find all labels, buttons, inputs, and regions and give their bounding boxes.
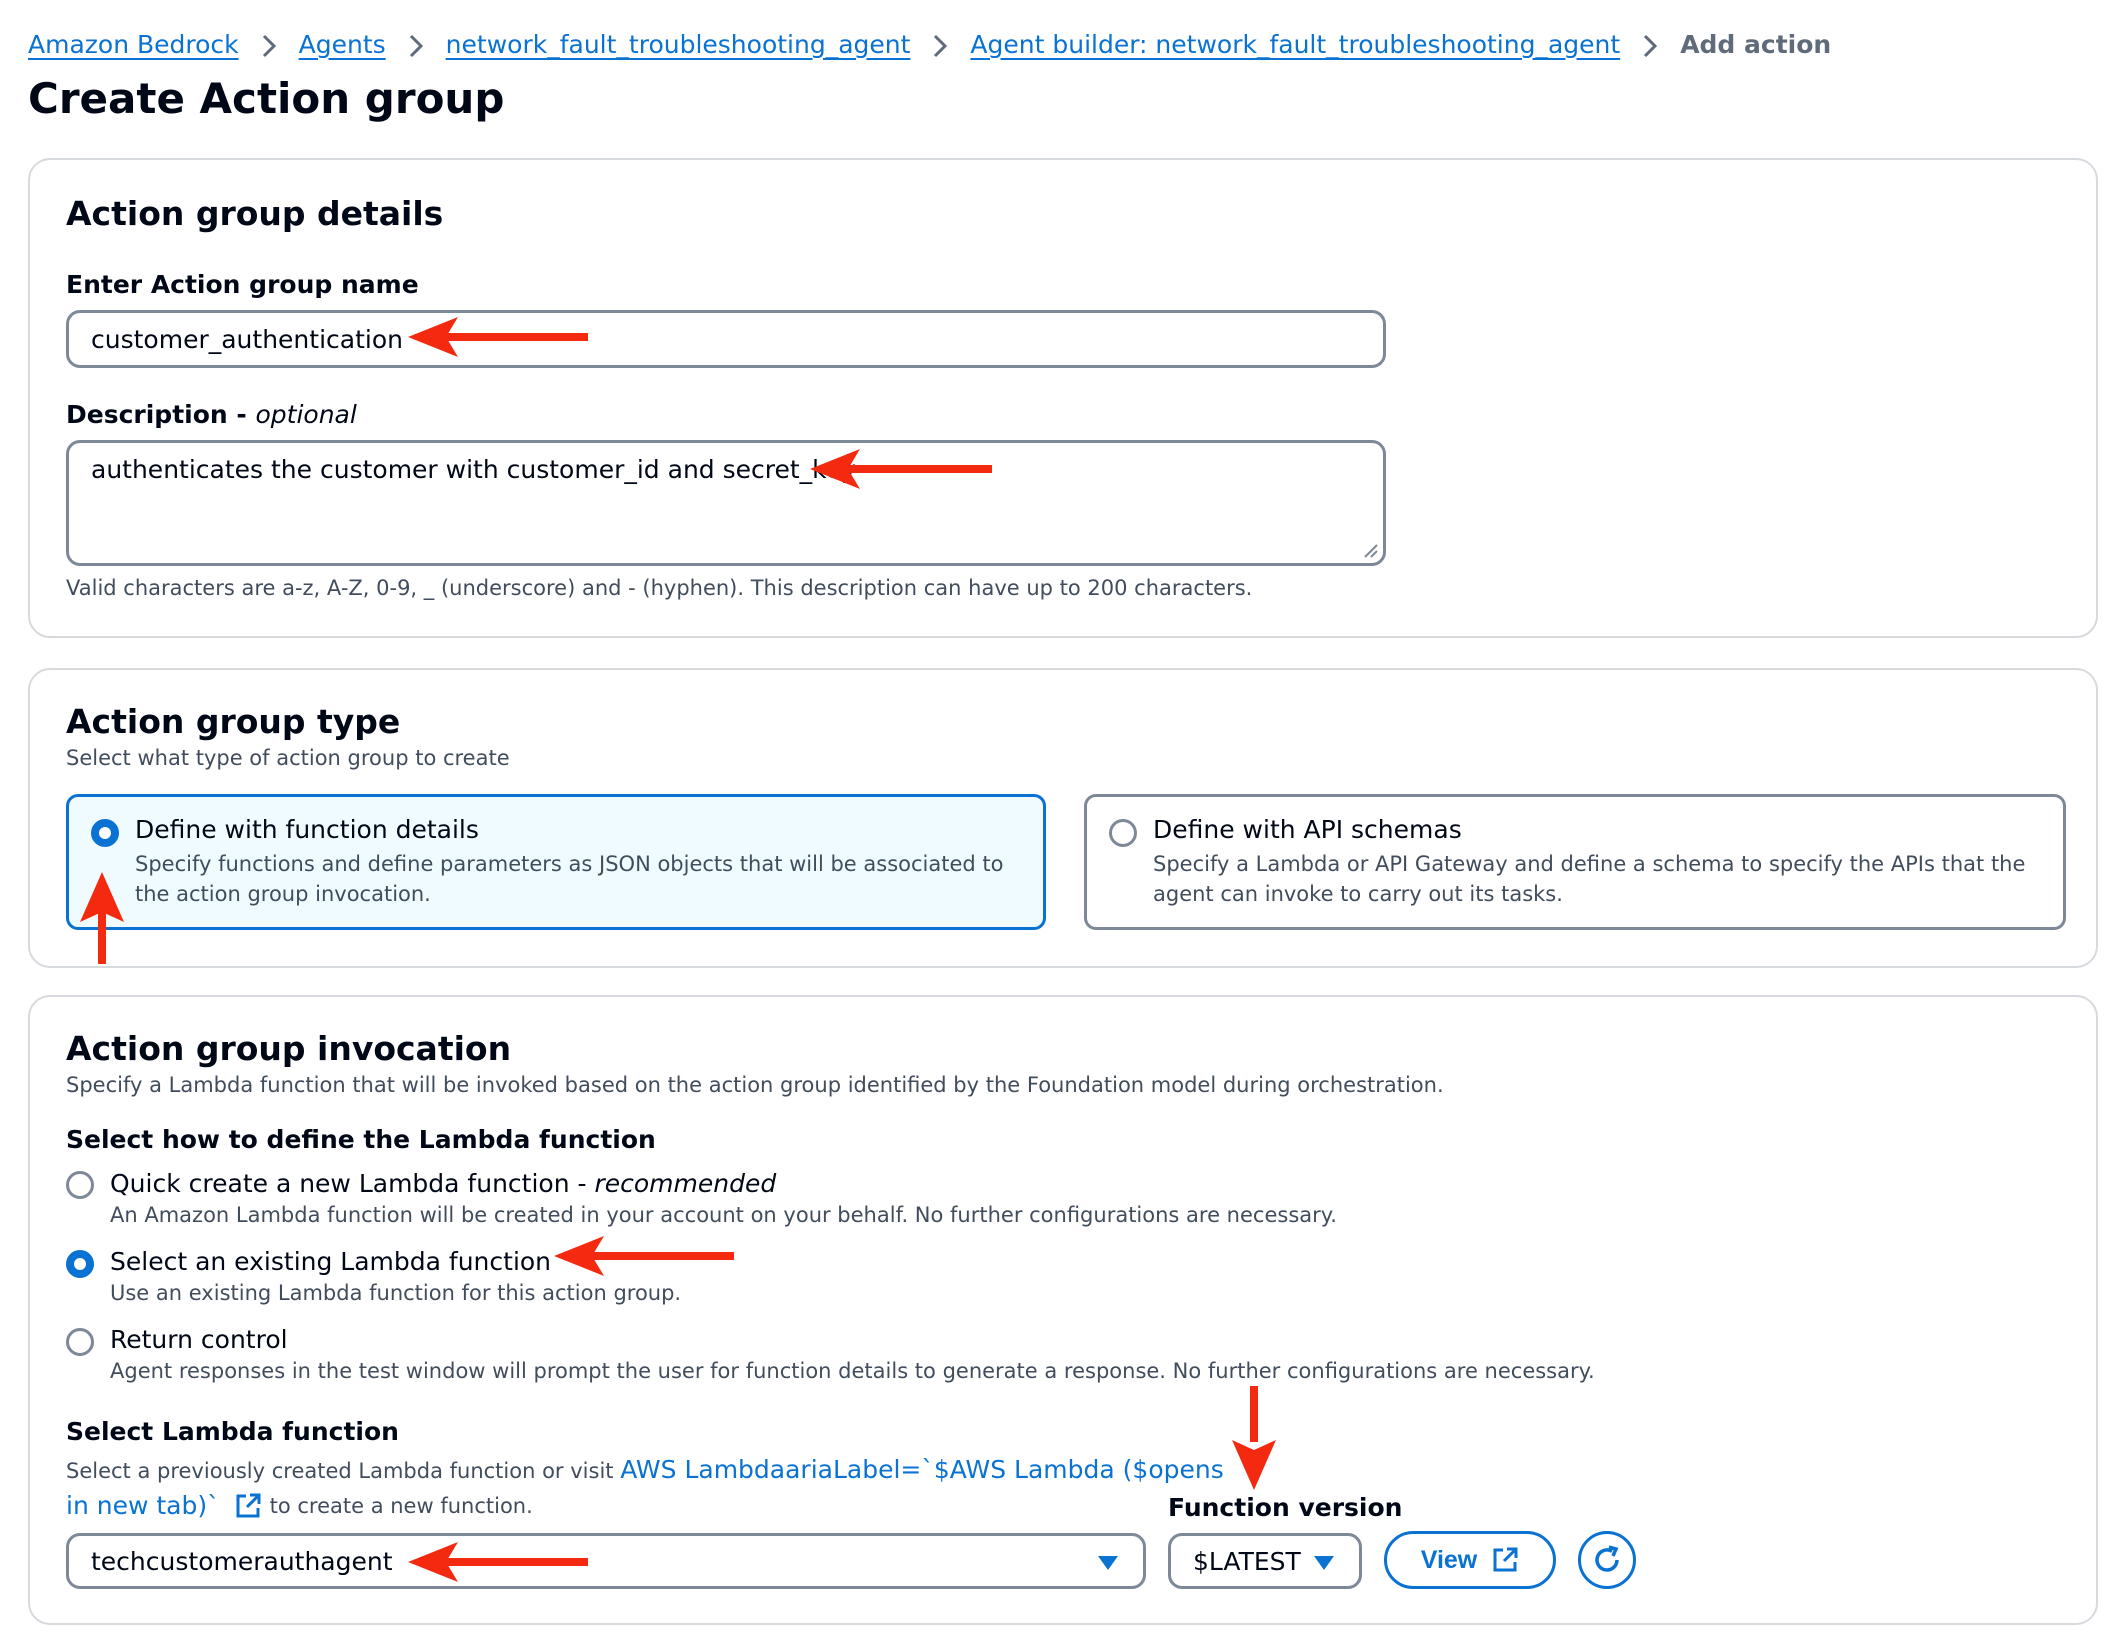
select-lambda-label: Select Lambda function <box>66 1417 399 1446</box>
lambda-function-select[interactable]: techcustomerauthagent <box>66 1533 1146 1589</box>
breadcrumb-current: Add action <box>1680 29 1832 59</box>
radio-return-control[interactable] <box>66 1328 94 1356</box>
lambda-hint-suffix: to create a new function. <box>269 1493 533 1518</box>
option-return-control-title[interactable]: Return control <box>110 1325 288 1354</box>
description-optional: optional <box>255 400 357 429</box>
refresh-icon <box>1595 1545 1619 1572</box>
action-group-name-value: customer_authentication <box>91 324 403 354</box>
name-label: Enter Action group name <box>66 270 419 299</box>
description-value: authenticates the customer with customer… <box>91 455 856 484</box>
function-version-label: Function version <box>1168 1493 1403 1522</box>
aws-lambda-link-cont[interactable]: in new tab)` <box>66 1491 220 1520</box>
chevron-right-icon <box>1620 30 1680 59</box>
action-group-invocation-panel: Action group invocation Specify a Lambda… <box>28 995 2098 1625</box>
tile-function-details-title: Define with function details <box>135 815 479 844</box>
lambda-function-value: techcustomerauthagent <box>91 1546 393 1576</box>
option-select-existing-desc: Use an existing Lambda function for this… <box>110 1281 682 1305</box>
option-return-control-desc: Agent responses in the test window will … <box>110 1359 1595 1383</box>
tile-function-details[interactable]: Define with function details Specify fun… <box>66 794 1046 930</box>
radio-quick-create[interactable] <box>66 1171 94 1199</box>
action-group-name-input[interactable]: customer_authentication <box>66 310 1386 368</box>
breadcrumb-agent-builder[interactable]: Agent builder: network_fault_troubleshoo… <box>970 30 1620 59</box>
breadcrumb-agent[interactable]: network_fault_troubleshooting_agent <box>446 30 911 59</box>
breadcrumb-amazon-bedrock[interactable]: Amazon Bedrock <box>28 30 239 59</box>
option-select-existing-title[interactable]: Select an existing Lambda function <box>110 1247 551 1276</box>
function-version-select[interactable]: $LATEST <box>1168 1533 1362 1589</box>
invocation-heading: Action group invocation <box>66 1029 512 1068</box>
option-quick-create-desc: An Amazon Lambda function will be create… <box>110 1203 1337 1227</box>
description-label: Description - optional <box>66 400 357 429</box>
caret-down-icon <box>1098 1556 1118 1570</box>
aws-lambda-link[interactable]: AWS LambdaariaLabel=`$AWS Lambda ($opens <box>620 1455 1224 1484</box>
tile-function-details-desc: Specify functions and define parameters … <box>135 852 1004 906</box>
radio-api-schemas[interactable] <box>1109 819 1137 847</box>
description-textarea[interactable]: authenticates the customer with customer… <box>66 440 1386 566</box>
option-quick-create-title[interactable]: Quick create a new Lambda function - rec… <box>110 1169 776 1198</box>
type-heading: Action group type <box>66 702 401 741</box>
lambda-hint-line1: Select a previously created Lambda funct… <box>66 1455 1224 1484</box>
view-button-label: View <box>1420 1545 1478 1574</box>
create-action-group-page: Amazon Bedrock Agents network_fault_trou… <box>0 0 2114 1632</box>
external-link-icon <box>1493 1547 1518 1572</box>
type-subtitle: Select what type of action group to crea… <box>66 746 510 770</box>
lambda-hint-prefix: Select a previously created Lambda funct… <box>66 1459 621 1483</box>
option-quick-create-recommended: recommended <box>594 1169 777 1198</box>
radio-select-existing[interactable] <box>66 1250 94 1278</box>
chevron-right-icon <box>239 30 299 59</box>
tile-api-schemas-desc: Specify a Lambda or API Gateway and defi… <box>1153 852 2026 906</box>
breadcrumb-agents[interactable]: Agents <box>299 30 386 59</box>
tile-api-schemas-title: Define with API schemas <box>1153 815 1462 844</box>
chevron-right-icon <box>386 30 446 59</box>
page-title: Create Action group <box>28 74 505 123</box>
tile-api-schemas[interactable]: Define with API schemas Specify a Lambda… <box>1084 794 2066 930</box>
breadcrumb: Amazon Bedrock Agents network_fault_trou… <box>28 22 1831 66</box>
description-label-text: Description - <box>66 400 256 429</box>
external-link-icon[interactable] <box>234 1492 262 1520</box>
refresh-button[interactable] <box>1578 1531 1636 1589</box>
radio-function-details[interactable] <box>91 819 119 847</box>
caret-down-icon <box>1314 1556 1334 1570</box>
option-quick-create-label: Quick create a new Lambda function - <box>110 1169 595 1198</box>
lambda-hint-line2: in new tab)` to create a new function. <box>66 1491 533 1520</box>
chevron-right-icon <box>910 30 970 59</box>
action-group-details-panel: Action group details Enter Action group … <box>28 158 2098 638</box>
invocation-subtitle: Specify a Lambda function that will be i… <box>66 1073 1444 1097</box>
resize-handle-icon[interactable] <box>1361 541 1379 559</box>
details-heading: Action group details <box>66 194 444 233</box>
define-lambda-label: Select how to define the Lambda function <box>66 1125 656 1154</box>
description-hint: Valid characters are a-z, A-Z, 0-9, _ (u… <box>66 576 1253 600</box>
action-group-type-panel: Action group type Select what type of ac… <box>28 668 2098 968</box>
view-button[interactable]: View <box>1384 1531 1556 1589</box>
function-version-value: $LATEST <box>1193 1546 1301 1576</box>
